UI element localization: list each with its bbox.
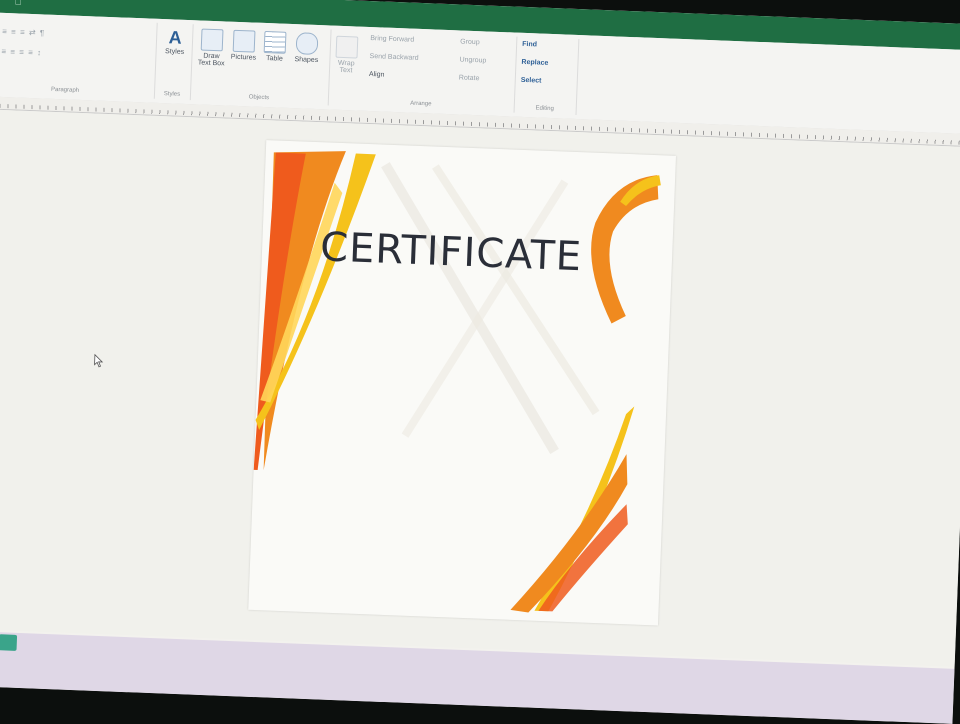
arrange-group-label: Arrange — [410, 100, 432, 108]
objects-group: Draw Text Box Pictures Table Shapes Obje… — [189, 24, 332, 106]
align-icons[interactable]: ≡ ≡ ≡ ≡ ↕ — [1, 47, 42, 58]
bring-forward-button[interactable]: Bring Forward — [370, 35, 414, 44]
wrap-text-icon — [335, 35, 359, 59]
shapes-button[interactable]: Shapes — [291, 32, 322, 64]
table-button[interactable]: Table — [261, 30, 288, 63]
send-backward-button[interactable]: Send Backward — [369, 53, 418, 62]
shapes-icon — [295, 32, 319, 56]
replace-button[interactable]: Replace — [521, 59, 548, 67]
picture-icon — [232, 29, 256, 53]
find-button[interactable]: Find — [522, 41, 537, 49]
styles-button[interactable]: A Styles — [161, 27, 188, 56]
styles-icon: A — [168, 27, 183, 48]
document-page[interactable]: CERTIFICATE — [248, 140, 676, 626]
objects-group-label: Objects — [248, 94, 270, 102]
application-window: □ ≡ ≡ ≡ ⇄ ¶ ≡ ≡ ≡ ≡ ↕ Paragraph A Styles… — [0, 0, 960, 724]
tab-home[interactable]: □ — [15, 0, 21, 7]
group-button[interactable]: Group — [460, 38, 480, 46]
certificate-border-graphic — [253, 151, 661, 613]
styles-group: A Styles Styles — [153, 22, 194, 101]
mouse-cursor-icon — [94, 353, 104, 368]
list-icons[interactable]: ≡ ≡ ≡ ⇄ ¶ — [2, 27, 45, 38]
paragraph-group-label: Paragraph — [50, 86, 80, 94]
taskbar-app-icon-2[interactable] — [0, 634, 18, 651]
editing-group-label: Editing — [535, 105, 554, 113]
styles-group-label: Styles — [163, 91, 181, 98]
select-button[interactable]: Select — [521, 77, 542, 85]
editing-group: Find Replace Select Editing — [513, 36, 580, 115]
rotate-button[interactable]: Rotate — [459, 74, 480, 82]
pictures-button[interactable]: Pictures — [227, 29, 260, 62]
draw-text-box-button[interactable]: Draw Text Box — [197, 28, 226, 67]
text-box-icon — [200, 28, 224, 52]
workspace: CERTIFICATE — [0, 108, 960, 667]
arrange-group: Wrap Text Bring Forward Send Backward Al… — [327, 29, 518, 113]
wrap-text-button[interactable]: Wrap Text — [333, 35, 360, 75]
paragraph-group: ≡ ≡ ≡ ⇄ ¶ ≡ ≡ ≡ ≡ ↕ Paragraph — [0, 15, 158, 99]
table-icon — [263, 30, 287, 54]
ungroup-button[interactable]: Ungroup — [459, 56, 486, 64]
align-button[interactable]: Align — [369, 71, 385, 79]
